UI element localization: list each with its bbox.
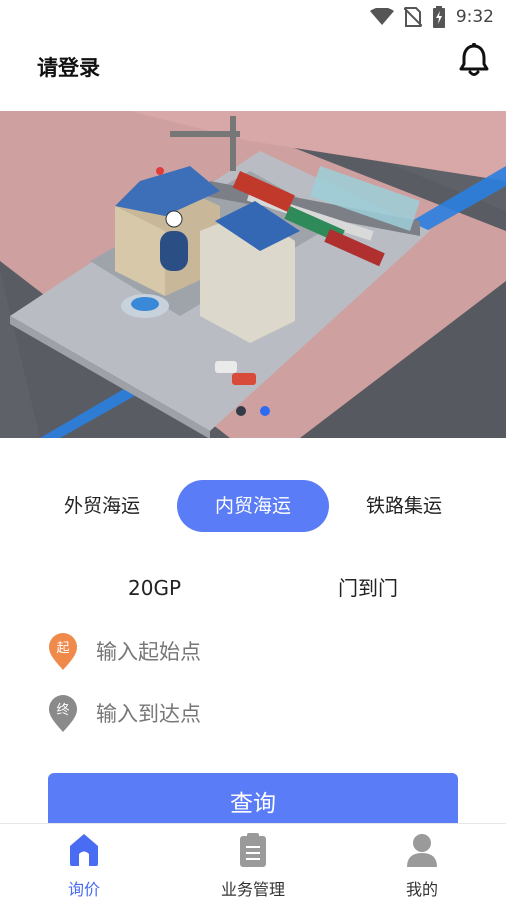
carousel-dot-active[interactable] — [260, 406, 270, 416]
nav-label-profile: 我的 — [405, 880, 438, 899]
person-icon — [407, 834, 437, 867]
status-icons: 9:32 — [369, 6, 494, 28]
battery-charging-icon — [432, 6, 445, 28]
nav-label-inquiry: 询价 — [67, 880, 100, 899]
tab-rail-container[interactable]: 铁路集运 — [346, 480, 462, 532]
nav-item-profile[interactable]: 我的 — [362, 824, 482, 900]
tab-domestic-sea-freight[interactable]: 内贸海运 — [177, 480, 329, 532]
tab-foreign-sea-freight[interactable]: 外贸海运 — [44, 480, 160, 532]
carousel-dots — [0, 406, 506, 416]
origin-pin-label: 起 — [56, 641, 69, 656]
page-title[interactable]: 请登录 — [37, 52, 100, 82]
destination-pin-label: 终 — [56, 702, 69, 718]
destination-row: 终 — [0, 692, 506, 736]
destination-input[interactable] — [96, 692, 436, 736]
banner-carousel[interactable] — [0, 111, 506, 438]
bottom-nav: 询价 业务管理 我的 — [0, 823, 506, 900]
status-bar: 9:32 — [0, 0, 506, 34]
nav-item-business[interactable]: 业务管理 — [193, 824, 313, 900]
destination-pin-icon: 终 — [49, 695, 77, 732]
shipping-options: 20GP 门到门 — [0, 568, 506, 608]
header: 请登录 — [0, 34, 506, 110]
origin-input[interactable] — [96, 630, 436, 674]
wifi-icon — [369, 8, 394, 25]
nav-item-inquiry[interactable]: 询价 — [24, 824, 144, 900]
bell-icon[interactable] — [456, 42, 492, 78]
shipping-type-tabs: 外贸海运 内贸海运 铁路集运 — [0, 480, 506, 532]
service-mode-selector[interactable]: 门到门 — [338, 568, 398, 608]
origin-row: 起 — [0, 630, 506, 674]
status-time: 9:32 — [455, 7, 494, 27]
clipboard-icon — [240, 833, 266, 867]
container-type-selector[interactable]: 20GP — [128, 568, 181, 608]
nav-label-business: 业务管理 — [220, 880, 285, 899]
origin-pin-icon: 起 — [49, 633, 77, 670]
no-sim-icon — [403, 7, 422, 27]
railway-station-illustration — [0, 111, 506, 438]
home-icon — [70, 834, 98, 866]
carousel-dot[interactable] — [236, 406, 246, 416]
